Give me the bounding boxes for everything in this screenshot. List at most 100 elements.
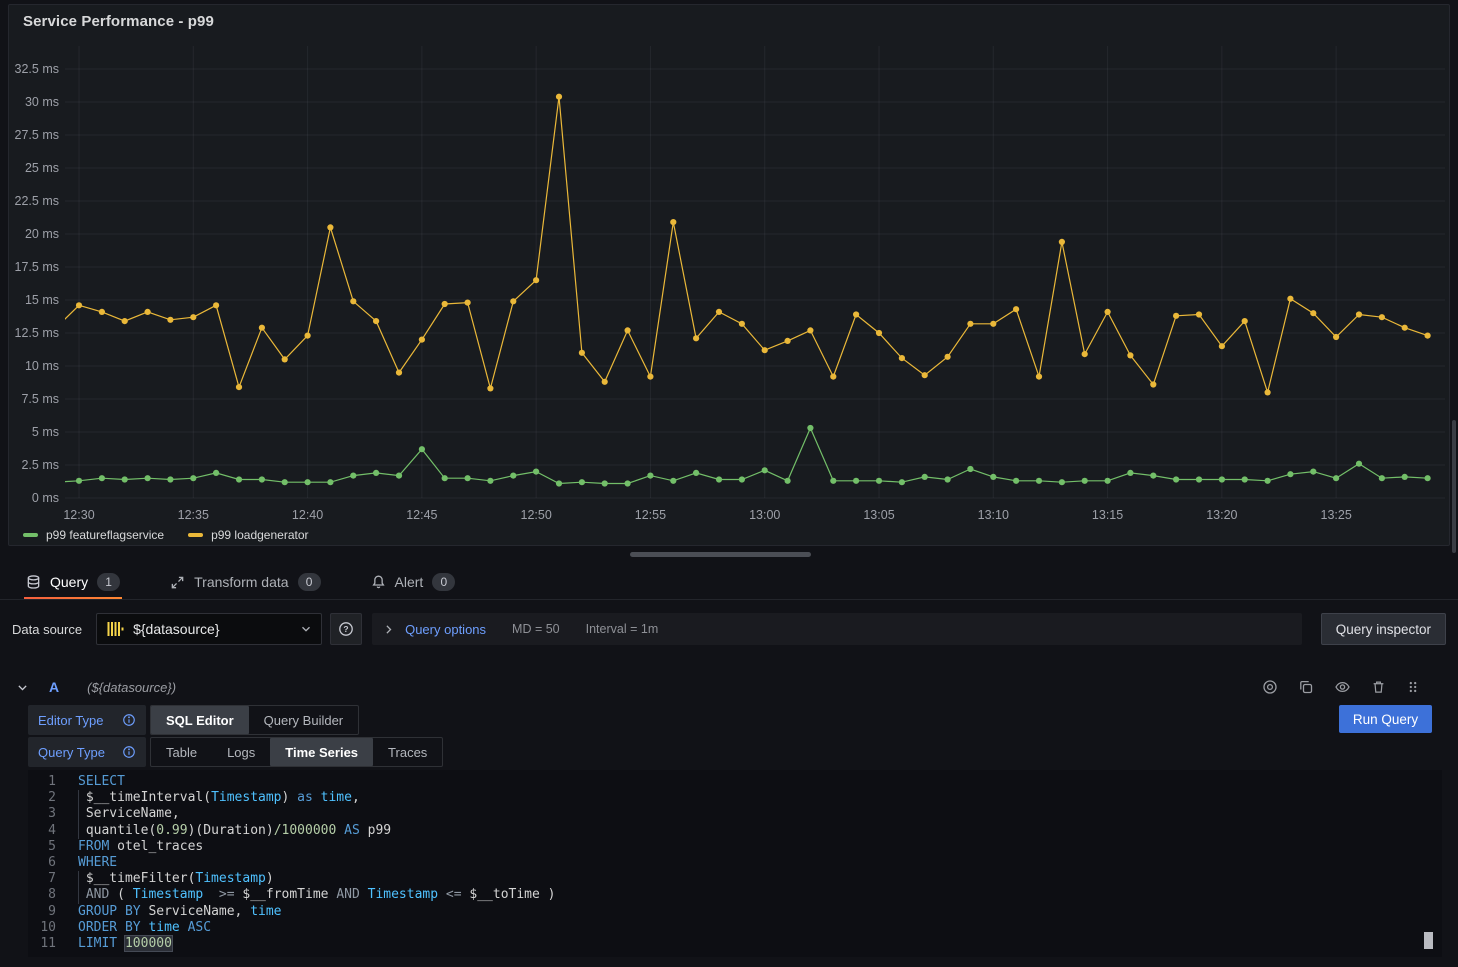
option-query-builder[interactable]: Query Builder	[249, 706, 358, 734]
svg-text:10 ms: 10 ms	[25, 359, 59, 373]
indent-guide	[78, 790, 79, 839]
tab-query[interactable]: Query 1	[24, 564, 122, 600]
code-line-4: 4 quantile(0.99)(Duration)/1000000 AS p9…	[28, 823, 1442, 839]
vertical-scrollbar[interactable]	[1452, 420, 1456, 553]
option-table[interactable]: Table	[151, 738, 212, 766]
datasource-row: Data source ${datasource}	[12, 613, 1446, 645]
record-circle-icon[interactable]	[1262, 679, 1278, 695]
tab-label: Query	[50, 574, 88, 590]
svg-text:13:10: 13:10	[978, 508, 1009, 522]
field-label-text: Editor Type	[38, 713, 104, 728]
option-sql-editor[interactable]: SQL Editor	[151, 706, 249, 734]
query-options-interval: Interval = 1m	[586, 622, 659, 636]
chevron-right-icon	[382, 623, 395, 636]
editor-type-label: Editor Type	[28, 705, 146, 735]
info-icon[interactable]	[122, 713, 136, 727]
grafana-panel-edit-page: 0 ms 2.5 ms 5 ms 7.5 ms 10 ms 12.5 ms 15 ms 17.…	[0, 0, 1458, 967]
code-line-7: 7 $__timeFilter(Timestamp)	[28, 871, 1442, 887]
drag-handle-icon[interactable]	[1406, 679, 1420, 695]
tabbar-divider	[0, 599, 1458, 600]
svg-text:30 ms: 30 ms	[25, 95, 59, 109]
query-type-row: Query Type TableLogsTime SeriesTraces	[28, 737, 443, 767]
chart-legend: p99 featureflagservice p99 loadgenerator	[23, 528, 309, 542]
svg-text:13:00: 13:00	[749, 508, 780, 522]
field-label-text: Query Type	[38, 745, 105, 760]
sql-code-editor[interactable]: 1SELECT2 $__timeInterval(Timestamp) as t…	[28, 770, 1442, 957]
transform-icon	[170, 575, 185, 590]
query-row-header[interactable]: A (${datasource})	[16, 672, 1442, 702]
tab-alert[interactable]: Alert 0	[369, 564, 458, 600]
timeseries-chart[interactable]: 0 ms 2.5 ms 5 ms 7.5 ms 10 ms 12.5 ms 15 ms 17.…	[9, 5, 1449, 545]
datasource-help-button[interactable]: ?	[330, 613, 362, 645]
legend-swatch-yellow	[188, 533, 203, 537]
query-datasource-hint: (${datasource})	[87, 680, 176, 695]
svg-text:13:25: 13:25	[1321, 508, 1352, 522]
svg-text:17.5 ms: 17.5 ms	[15, 260, 59, 274]
tab-alert-badge: 0	[432, 573, 455, 591]
query-type-label: Query Type	[28, 737, 146, 767]
legend-item-loadgenerator[interactable]: p99 loadgenerator	[188, 528, 308, 542]
copy-icon[interactable]	[1298, 679, 1314, 695]
run-query-button[interactable]: Run Query	[1339, 705, 1432, 733]
datasource-value: ${datasource}	[133, 621, 291, 637]
tab-transform-badge: 0	[298, 573, 321, 591]
svg-text:12:35: 12:35	[178, 508, 209, 522]
svg-text:13:15: 13:15	[1092, 508, 1123, 522]
legend-label: p99 loadgenerator	[211, 528, 308, 542]
svg-text:12:45: 12:45	[406, 508, 437, 522]
svg-text:?: ?	[343, 624, 348, 634]
editor-type-radio-group: SQL EditorQuery Builder	[150, 705, 359, 735]
panel-title[interactable]: Service Performance - p99	[23, 13, 214, 30]
code-line-10: 10ORDER BY time ASC	[28, 920, 1442, 936]
code-line-2: 2 $__timeInterval(Timestamp) as time,	[28, 790, 1442, 806]
option-logs[interactable]: Logs	[212, 738, 270, 766]
database-icon	[26, 574, 41, 590]
svg-text:7.5 ms: 7.5 ms	[21, 392, 59, 406]
timeseries-panel: 0 ms 2.5 ms 5 ms 7.5 ms 10 ms 12.5 ms 15 ms 17.…	[8, 4, 1450, 546]
info-icon[interactable]	[122, 745, 136, 759]
code-line-5: 5FROM otel_traces	[28, 839, 1442, 855]
editor-tabbar: Query 1 Transform data 0 Alert 0	[0, 564, 1458, 600]
query-actions	[1262, 679, 1442, 695]
tab-label: Transform data	[194, 574, 288, 590]
collapse-chevron-icon[interactable]	[16, 681, 29, 694]
svg-text:12.5 ms: 12.5 ms	[15, 326, 59, 340]
code-line-8: 8 AND ( Timestamp >= $__fromTime AND Tim…	[28, 887, 1442, 903]
datasource-label: Data source	[12, 622, 82, 637]
code-line-1: 1SELECT	[28, 774, 1442, 790]
svg-text:12:30: 12:30	[63, 508, 94, 522]
svg-text:22.5 ms: 22.5 ms	[15, 194, 59, 208]
code-line-11: 11LIMIT 100000	[28, 936, 1442, 952]
sql-lines: 1SELECT2 $__timeInterval(Timestamp) as t…	[28, 774, 1442, 952]
legend-item-featureflagservice[interactable]: p99 featureflagservice	[23, 528, 164, 542]
svg-text:15 ms: 15 ms	[25, 293, 59, 307]
query-ref-id[interactable]: A	[49, 679, 59, 695]
svg-text:0 ms: 0 ms	[32, 491, 59, 505]
code-line-9: 9GROUP BY ServiceName, time	[28, 904, 1442, 920]
option-time-series[interactable]: Time Series	[270, 738, 373, 766]
trash-icon[interactable]	[1371, 679, 1386, 695]
query-options-toggle[interactable]: Query options MD = 50 Interval = 1m	[372, 613, 1302, 645]
svg-text:12:55: 12:55	[635, 508, 666, 522]
tab-transform-data[interactable]: Transform data 0	[168, 564, 322, 600]
query-type-radio-group: TableLogsTime SeriesTraces	[150, 737, 443, 767]
query-options-label: Query options	[405, 622, 486, 637]
svg-text:13:20: 13:20	[1206, 508, 1237, 522]
chevron-down-icon	[299, 622, 313, 636]
query-inspector-button[interactable]: Query inspector	[1321, 613, 1446, 645]
svg-text:5 ms: 5 ms	[32, 425, 59, 439]
datasource-picker[interactable]: ${datasource}	[96, 613, 322, 645]
option-traces[interactable]: Traces	[373, 738, 442, 766]
clickhouse-datasource-icon	[105, 619, 125, 639]
indent-guide	[78, 871, 79, 903]
svg-text:32.5 ms: 32.5 ms	[15, 62, 59, 76]
eye-icon[interactable]	[1334, 679, 1351, 695]
help-icon: ?	[338, 621, 354, 637]
editor-scrollbar-thumb[interactable]	[1424, 932, 1433, 949]
horizontal-scrollbar[interactable]	[630, 552, 811, 557]
svg-text:12:50: 12:50	[521, 508, 552, 522]
editor-type-row: Editor Type SQL EditorQuery Builder	[28, 705, 359, 735]
svg-text:2.5 ms: 2.5 ms	[21, 458, 59, 472]
svg-text:25 ms: 25 ms	[25, 161, 59, 175]
legend-label: p99 featureflagservice	[46, 528, 164, 542]
